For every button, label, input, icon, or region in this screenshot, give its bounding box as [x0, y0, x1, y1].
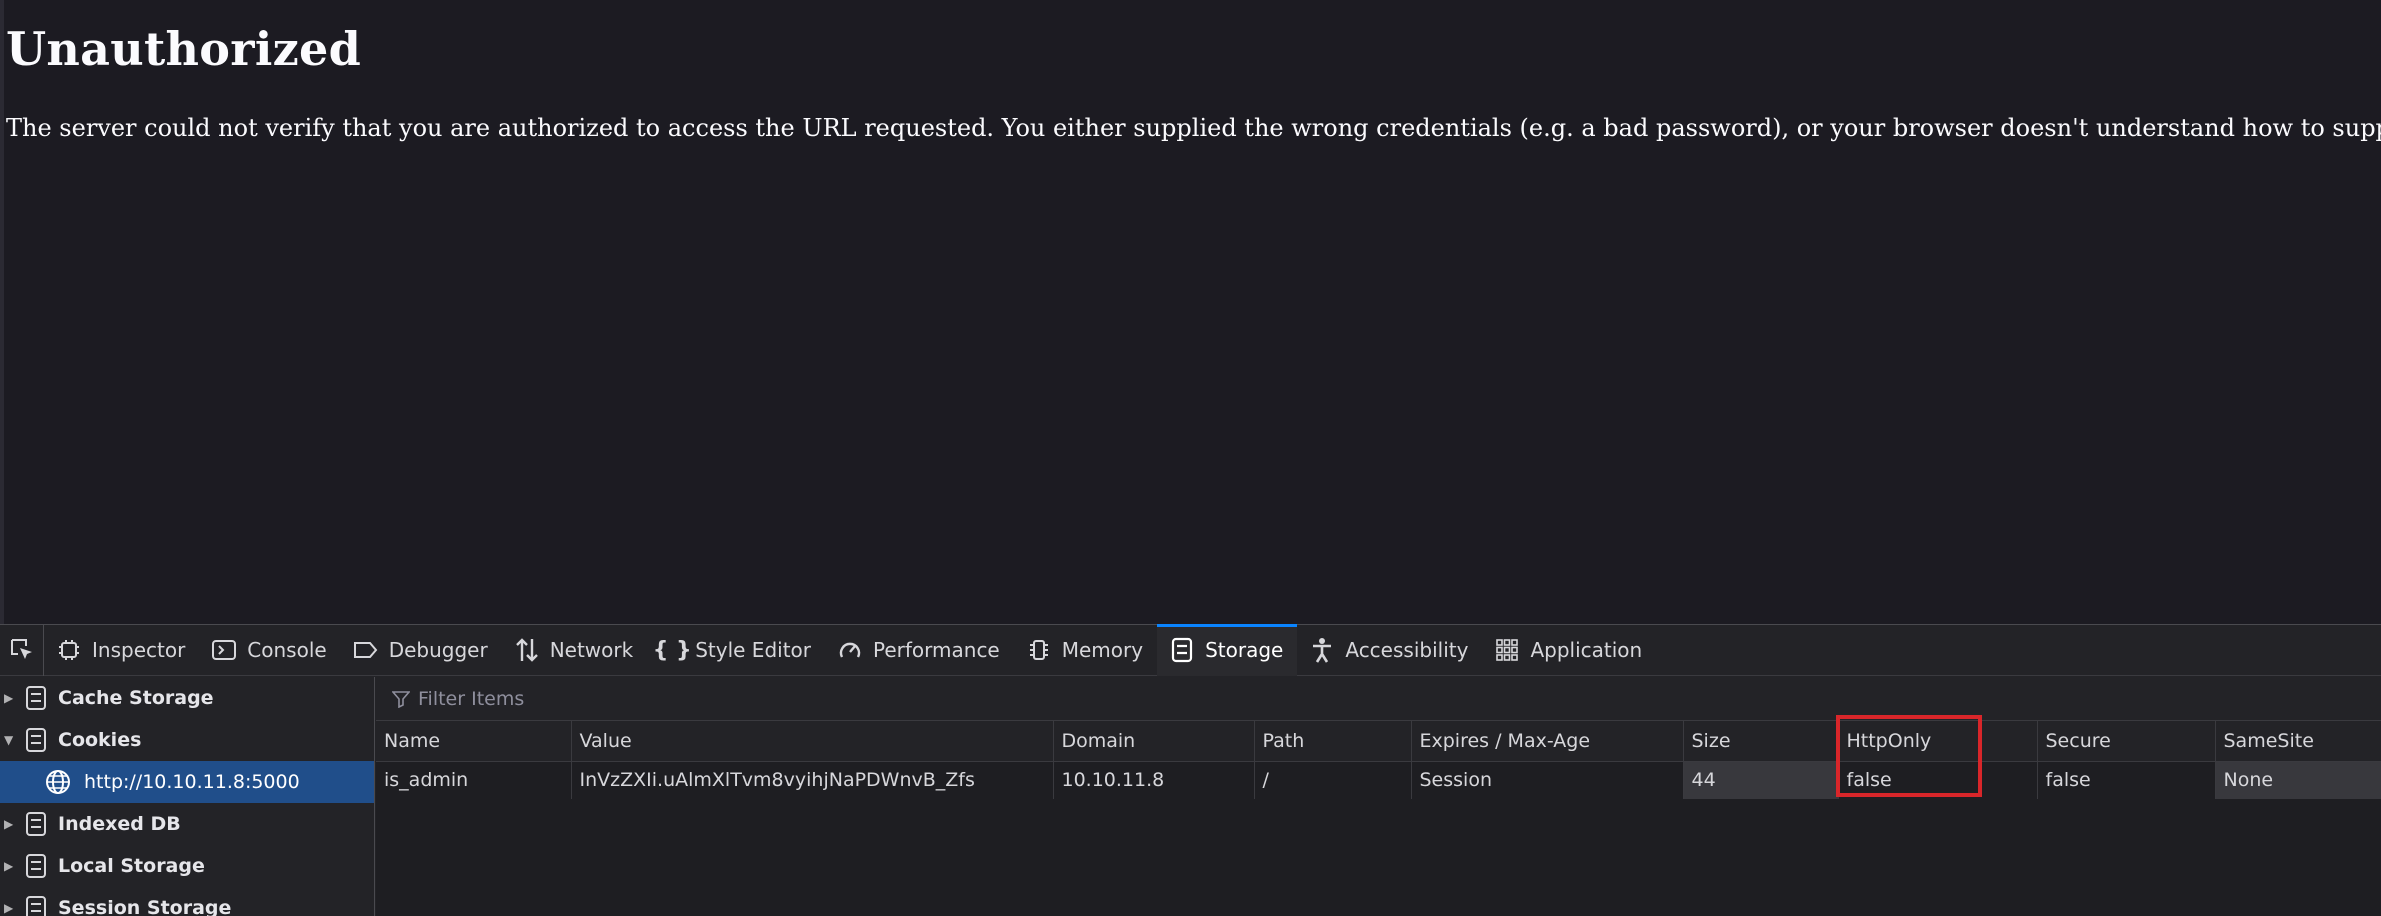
devtools-panel: Inspector Console Debugger Network { } St…: [0, 623, 2381, 916]
column-header-secure[interactable]: Secure: [2037, 721, 2216, 762]
tab-style-editor[interactable]: { } Style Editor: [647, 625, 825, 676]
element-picker-button[interactable]: [0, 624, 44, 676]
element-picker-icon: [10, 639, 32, 659]
tab-console-label: Console: [247, 638, 327, 662]
column-header-domain[interactable]: Domain: [1053, 721, 1255, 762]
tab-accessibility-label: Accessibility: [1345, 638, 1469, 662]
filter-icon: [392, 690, 410, 708]
column-header-size[interactable]: Size: [1683, 721, 1839, 762]
debugger-icon: [353, 637, 379, 663]
style-editor-icon: { }: [652, 637, 692, 663]
column-header-httponly[interactable]: HttpOnly: [1838, 721, 2038, 762]
tab-debugger[interactable]: Debugger: [341, 625, 502, 676]
cookie-path-cell[interactable]: /: [1254, 761, 1412, 799]
storage-icon: [24, 895, 48, 916]
tab-inspector-label: Inspector: [92, 638, 186, 662]
globe-icon: [44, 768, 72, 796]
page-content: Unauthorized The server could not verify…: [0, 0, 2381, 624]
storage-table-panel: Name Value Domain Path Expires / Max-Age…: [376, 677, 2381, 916]
column-header-name[interactable]: Name: [376, 721, 572, 762]
sidebar-item-cookie-origin[interactable]: http://10.10.11.8:5000: [0, 761, 374, 803]
sidebar-item-label: Cache Storage: [58, 687, 214, 709]
tab-memory[interactable]: Memory: [1014, 625, 1157, 676]
sidebar-item-label: Indexed DB: [58, 813, 181, 835]
cookie-domain-cell[interactable]: 10.10.11.8: [1053, 761, 1255, 799]
memory-icon: [1026, 637, 1052, 663]
cookie-value-cell[interactable]: InVzZXIi.uAlmXlTvm8vyihjNaPDWnvB_Zfs: [571, 761, 1054, 799]
sidebar-item-label: Local Storage: [58, 855, 205, 877]
storage-sidebar: ▶ Cache Storage ▼ Cookies http://10.10.1…: [0, 677, 375, 916]
table-header-row: Name Value Domain Path Expires / Max-Age…: [376, 721, 2381, 762]
sidebar-item-label: http://10.10.11.8:5000: [84, 771, 300, 793]
storage-icon: [24, 727, 48, 753]
tab-memory-label: Memory: [1061, 638, 1144, 662]
tab-application-label: Application: [1530, 638, 1643, 662]
column-header-value[interactable]: Value: [571, 721, 1054, 762]
tab-network[interactable]: Network: [502, 625, 648, 676]
cookie-secure-cell[interactable]: false: [2037, 761, 2216, 799]
filter-bar: [376, 677, 2381, 721]
tab-application[interactable]: Application: [1482, 625, 1656, 676]
tab-network-label: Network: [549, 638, 634, 662]
sidebar-item-label: Session Storage: [58, 897, 232, 916]
tab-performance-label: Performance: [873, 638, 1000, 662]
sidebar-item-cookies[interactable]: ▼ Cookies: [0, 719, 374, 761]
sidebar-item-local-storage[interactable]: ▶ Local Storage: [0, 845, 374, 887]
inspector-icon: [56, 637, 82, 663]
cookie-name-cell[interactable]: is_admin: [376, 761, 572, 799]
page-title: Unauthorized: [6, 22, 362, 76]
expand-arrow-icon[interactable]: ▶: [4, 817, 16, 831]
sidebar-item-cache-storage[interactable]: ▶ Cache Storage: [0, 677, 374, 719]
expand-arrow-icon[interactable]: ▶: [4, 859, 16, 873]
error-message: The server could not verify that you are…: [6, 114, 2381, 142]
console-icon: [211, 637, 237, 663]
sidebar-item-label: Cookies: [58, 729, 142, 751]
column-header-samesite[interactable]: SameSite: [2215, 721, 2381, 762]
sidebar-item-indexed-db[interactable]: ▶ Indexed DB: [0, 803, 374, 845]
collapse-arrow-icon[interactable]: ▼: [4, 733, 16, 747]
storage-icon: [24, 685, 48, 711]
sidebar-item-session-storage[interactable]: ▶ Session Storage: [0, 887, 374, 916]
cookie-httponly-cell[interactable]: false: [1838, 761, 2038, 799]
tab-inspector[interactable]: Inspector: [44, 625, 199, 676]
tab-debugger-label: Debugger: [388, 638, 488, 662]
tab-storage-label: Storage: [1205, 638, 1284, 662]
accessibility-icon: [1309, 637, 1335, 663]
devtools-toolbar: Inspector Console Debugger Network { } St…: [0, 623, 2381, 676]
tab-performance[interactable]: Performance: [825, 625, 1014, 676]
table-row[interactable]: is_admin InVzZXIi.uAlmXlTvm8vyihjNaPDWnv…: [376, 761, 2381, 799]
column-header-path[interactable]: Path: [1254, 721, 1412, 762]
tab-storage[interactable]: Storage: [1157, 623, 1298, 676]
cookie-size-cell[interactable]: 44: [1683, 761, 1839, 799]
filter-input[interactable]: [418, 687, 1018, 710]
storage-icon: [24, 811, 48, 837]
tab-accessibility[interactable]: Accessibility: [1297, 625, 1482, 676]
network-icon: [514, 637, 540, 663]
expand-arrow-icon[interactable]: ▶: [4, 901, 16, 915]
tab-console[interactable]: Console: [199, 625, 340, 676]
application-icon: [1494, 637, 1520, 663]
storage-icon: [1169, 637, 1195, 663]
cookie-expires-cell[interactable]: Session: [1411, 761, 1684, 799]
tab-style-editor-label: Style Editor: [695, 638, 811, 662]
column-header-expires[interactable]: Expires / Max-Age: [1411, 721, 1684, 762]
cookie-samesite-cell[interactable]: None: [2215, 761, 2381, 799]
expand-arrow-icon[interactable]: ▶: [4, 691, 16, 705]
storage-icon: [24, 853, 48, 879]
performance-icon: [837, 637, 863, 663]
cookies-table: Name Value Domain Path Expires / Max-Age…: [376, 721, 2381, 799]
